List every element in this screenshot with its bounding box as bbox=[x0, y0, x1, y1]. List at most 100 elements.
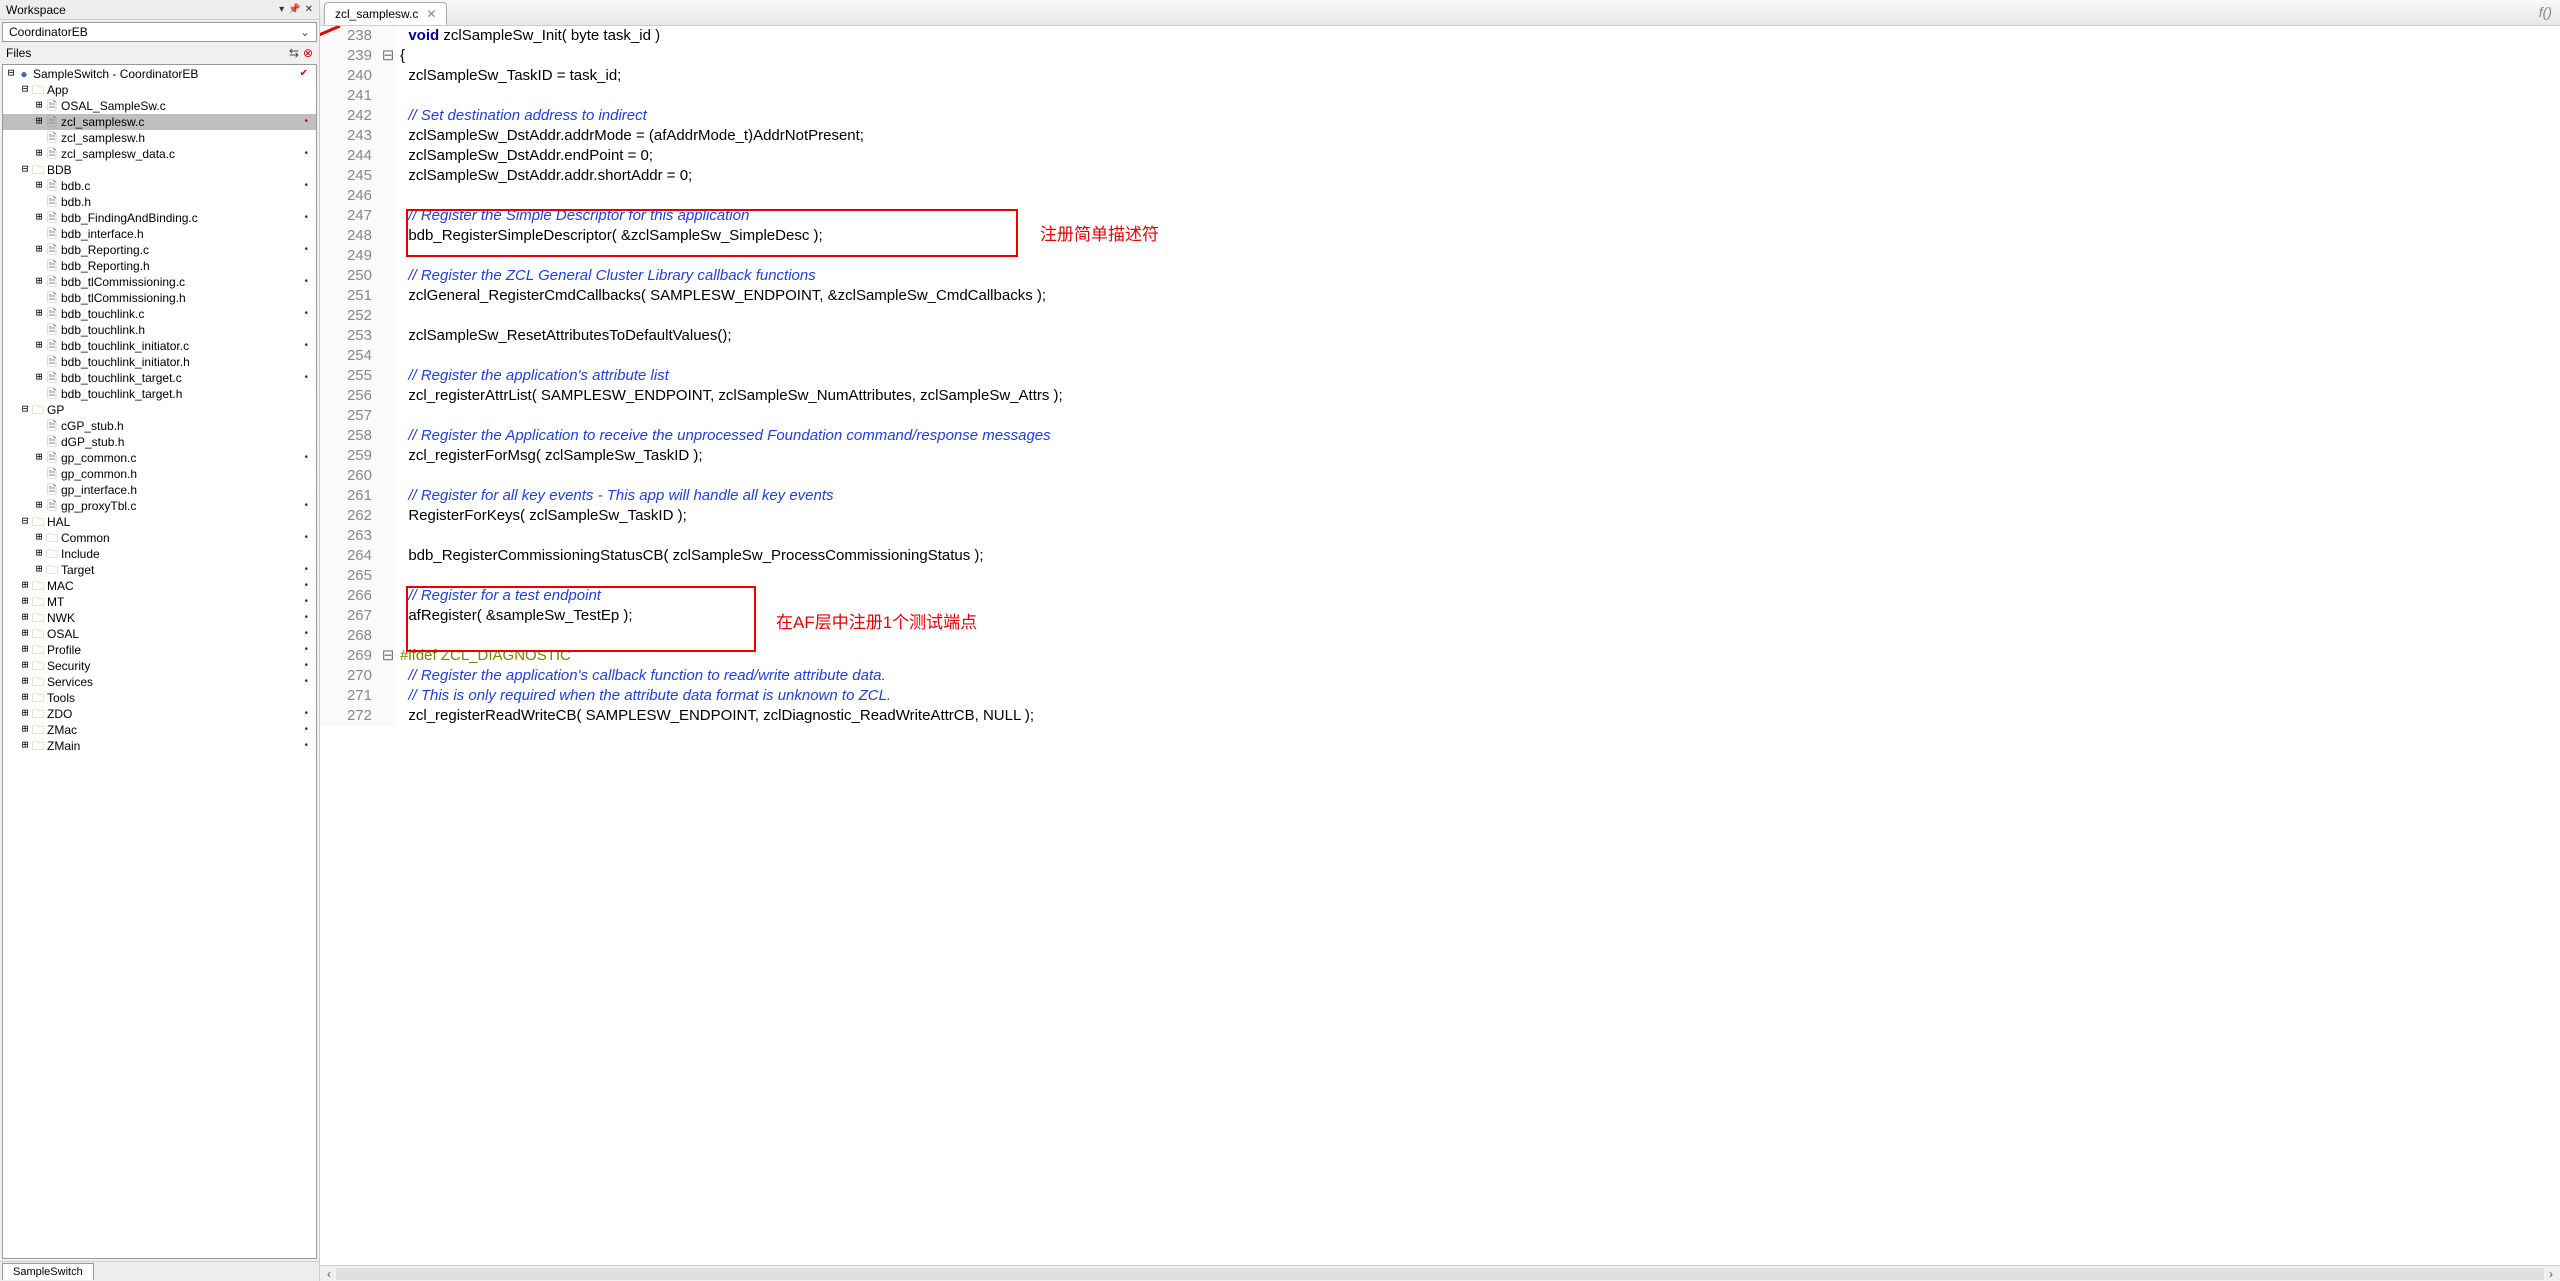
code-line[interactable] bbox=[396, 626, 2560, 646]
code-line[interactable] bbox=[396, 306, 2560, 326]
code-line[interactable]: // Register for a test endpoint bbox=[396, 586, 2560, 606]
tree-item[interactable]: ⊟🗀HAL bbox=[3, 514, 316, 530]
code-line[interactable] bbox=[396, 346, 2560, 366]
tree-item[interactable]: ⊞🗀Security• bbox=[3, 658, 316, 674]
tree-item[interactable]: ⊞🗎zcl_samplesw.c• bbox=[3, 114, 316, 130]
fold-gutter[interactable]: ⊟ bbox=[380, 46, 396, 66]
tree-twisty-icon[interactable]: ⊞ bbox=[33, 450, 45, 466]
close-icon[interactable]: ✕ bbox=[305, 4, 313, 15]
tree-twisty-icon[interactable]: ⊞ bbox=[19, 658, 31, 674]
tree-item[interactable]: ⊞🗎bdb_touchlink_target.c• bbox=[3, 370, 316, 386]
scroll-track[interactable] bbox=[336, 1268, 2544, 1280]
tree-item[interactable]: 🗎bdb_interface.h bbox=[3, 226, 316, 242]
code-line[interactable]: // Register for all key events - This ap… bbox=[396, 486, 2560, 506]
tree-twisty-icon[interactable]: ⊞ bbox=[19, 642, 31, 658]
code-line[interactable] bbox=[396, 246, 2560, 266]
tree-item[interactable]: ⊞🗀Common• bbox=[3, 530, 316, 546]
code-line[interactable]: afRegister( &sampleSw_TestEp ); bbox=[396, 606, 2560, 626]
code-line[interactable]: { bbox=[396, 46, 2560, 66]
tree-twisty-icon[interactable]: ⊞ bbox=[19, 626, 31, 642]
tree-twisty-icon[interactable]: ⊞ bbox=[19, 610, 31, 626]
config-dropdown[interactable]: CoordinatorEB ⌄ bbox=[2, 22, 317, 42]
file-tree[interactable]: ⊟●SampleSwitch - CoordinatorEB✔⊟🗀App⊞🗎OS… bbox=[2, 64, 317, 1259]
tree-item[interactable]: ⊞🗎bdb.c• bbox=[3, 178, 316, 194]
tree-item[interactable]: 🗎bdb_touchlink_initiator.h bbox=[3, 354, 316, 370]
tree-item[interactable]: 🗎dGP_stub.h bbox=[3, 434, 316, 450]
tree-item[interactable]: ⊞🗀Target• bbox=[3, 562, 316, 578]
tree-action-icon[interactable]: ⇆ bbox=[289, 46, 299, 60]
tree-twisty-icon[interactable]: ⊟ bbox=[19, 514, 31, 530]
tree-item[interactable]: ⊟●SampleSwitch - CoordinatorEB✔ bbox=[3, 66, 316, 82]
tree-twisty-icon[interactable]: ⊞ bbox=[33, 546, 45, 562]
scroll-left-icon[interactable]: ‹ bbox=[322, 1267, 336, 1281]
tree-item[interactable]: ⊞🗎bdb_Reporting.c• bbox=[3, 242, 316, 258]
tree-twisty-icon[interactable]: ⊟ bbox=[19, 162, 31, 178]
code-line[interactable]: bdb_RegisterSimpleDescriptor( &zclSample… bbox=[396, 226, 2560, 246]
code-line[interactable] bbox=[396, 526, 2560, 546]
code-line[interactable]: zclSampleSw_TaskID = task_id; bbox=[396, 66, 2560, 86]
tree-item[interactable]: 🗎bdb_touchlink_target.h bbox=[3, 386, 316, 402]
tree-item[interactable]: ⊞🗀NWK• bbox=[3, 610, 316, 626]
tree-twisty-icon[interactable]: ⊞ bbox=[33, 562, 45, 578]
tree-item[interactable]: ⊞🗎zcl_samplesw_data.c• bbox=[3, 146, 316, 162]
tree-item[interactable]: ⊞🗎gp_proxyTbl.c• bbox=[3, 498, 316, 514]
tree-twisty-icon[interactable]: ⊞ bbox=[33, 98, 45, 114]
tree-item[interactable]: ⊞🗀OSAL• bbox=[3, 626, 316, 642]
tree-item[interactable]: ⊞🗀MAC• bbox=[3, 578, 316, 594]
tree-item[interactable]: ⊞🗎OSAL_SampleSw.c bbox=[3, 98, 316, 114]
tree-item[interactable]: ⊞🗀Profile• bbox=[3, 642, 316, 658]
tree-twisty-icon[interactable]: ⊞ bbox=[33, 370, 45, 386]
code-line[interactable]: zclSampleSw_DstAddr.endPoint = 0; bbox=[396, 146, 2560, 166]
tree-twisty-icon[interactable]: ⊞ bbox=[19, 706, 31, 722]
code-line[interactable]: // Register the Application to receive t… bbox=[396, 426, 2560, 446]
tree-twisty-icon[interactable]: ⊞ bbox=[33, 178, 45, 194]
tree-item[interactable]: 🗎bdb_touchlink.h bbox=[3, 322, 316, 338]
code-line[interactable]: zclSampleSw_ResetAttributesToDefaultValu… bbox=[396, 326, 2560, 346]
tree-twisty-icon[interactable]: ⊞ bbox=[33, 242, 45, 258]
tree-twisty-icon[interactable]: ⊞ bbox=[19, 674, 31, 690]
tree-item[interactable]: ⊞🗀ZDO• bbox=[3, 706, 316, 722]
tree-twisty-icon[interactable]: ⊞ bbox=[33, 338, 45, 354]
tree-item[interactable]: ⊞🗀ZMain• bbox=[3, 738, 316, 754]
code-line[interactable] bbox=[396, 466, 2560, 486]
tree-item[interactable]: ⊞🗎gp_common.c• bbox=[3, 450, 316, 466]
tree-twisty-icon[interactable]: ⊟ bbox=[19, 402, 31, 418]
editor-hscrollbar[interactable]: ‹ › bbox=[320, 1265, 2560, 1281]
tree-item[interactable]: 🗎zcl_samplesw.h bbox=[3, 130, 316, 146]
code-scroll[interactable]: 238 void zclSampleSw_Init( byte task_id … bbox=[320, 26, 2560, 1265]
tree-item[interactable]: ⊟🗀App bbox=[3, 82, 316, 98]
code-line[interactable]: // Register the application's callback f… bbox=[396, 666, 2560, 686]
tree-twisty-icon[interactable]: ⊞ bbox=[33, 498, 45, 514]
tree-item[interactable]: ⊞🗎bdb_tlCommissioning.c• bbox=[3, 274, 316, 290]
tree-item[interactable]: ⊞🗀ZMac• bbox=[3, 722, 316, 738]
tree-twisty-icon[interactable]: ⊞ bbox=[33, 114, 45, 130]
tree-item[interactable]: 🗎gp_interface.h bbox=[3, 482, 316, 498]
tree-item[interactable]: 🗎bdb_Reporting.h bbox=[3, 258, 316, 274]
workspace-tab[interactable]: SampleSwitch bbox=[2, 1263, 94, 1280]
code-line[interactable] bbox=[396, 406, 2560, 426]
tree-twisty-icon[interactable]: ⊟ bbox=[19, 82, 31, 98]
tree-item[interactable]: ⊞🗀Services• bbox=[3, 674, 316, 690]
tree-twisty-icon[interactable]: ⊞ bbox=[33, 306, 45, 322]
code-line[interactable]: // Register the ZCL General Cluster Libr… bbox=[396, 266, 2560, 286]
code-line[interactable]: // Register the application's attribute … bbox=[396, 366, 2560, 386]
dropdown-icon[interactable]: ▾ bbox=[279, 4, 284, 15]
code-line[interactable]: zclSampleSw_DstAddr.addrMode = (afAddrMo… bbox=[396, 126, 2560, 146]
tree-item[interactable]: 🗎gp_common.h bbox=[3, 466, 316, 482]
code-line[interactable]: zclGeneral_RegisterCmdCallbacks( SAMPLES… bbox=[396, 286, 2560, 306]
tree-remove-icon[interactable]: ⊗ bbox=[303, 46, 313, 60]
tree-twisty-icon[interactable]: ⊞ bbox=[33, 210, 45, 226]
code-line[interactable]: #ifdef ZCL_DIAGNOSTIC bbox=[396, 646, 2560, 666]
scroll-right-icon[interactable]: › bbox=[2544, 1267, 2558, 1281]
tree-item[interactable]: 🗎cGP_stub.h bbox=[3, 418, 316, 434]
code-line[interactable]: // Set destination address to indirect bbox=[396, 106, 2560, 126]
code-line[interactable] bbox=[396, 186, 2560, 206]
tree-item[interactable]: 🗎bdb_tlCommissioning.h bbox=[3, 290, 316, 306]
tree-item[interactable]: 🗎bdb.h bbox=[3, 194, 316, 210]
code-line[interactable]: bdb_RegisterCommissioningStatusCB( zclSa… bbox=[396, 546, 2560, 566]
tree-item[interactable]: ⊞🗀Tools bbox=[3, 690, 316, 706]
tree-item[interactable]: ⊞🗎bdb_touchlink.c• bbox=[3, 306, 316, 322]
tree-item[interactable]: ⊞🗀Include bbox=[3, 546, 316, 562]
tree-twisty-icon[interactable]: ⊞ bbox=[19, 722, 31, 738]
tree-item[interactable]: ⊟🗀BDB bbox=[3, 162, 316, 178]
